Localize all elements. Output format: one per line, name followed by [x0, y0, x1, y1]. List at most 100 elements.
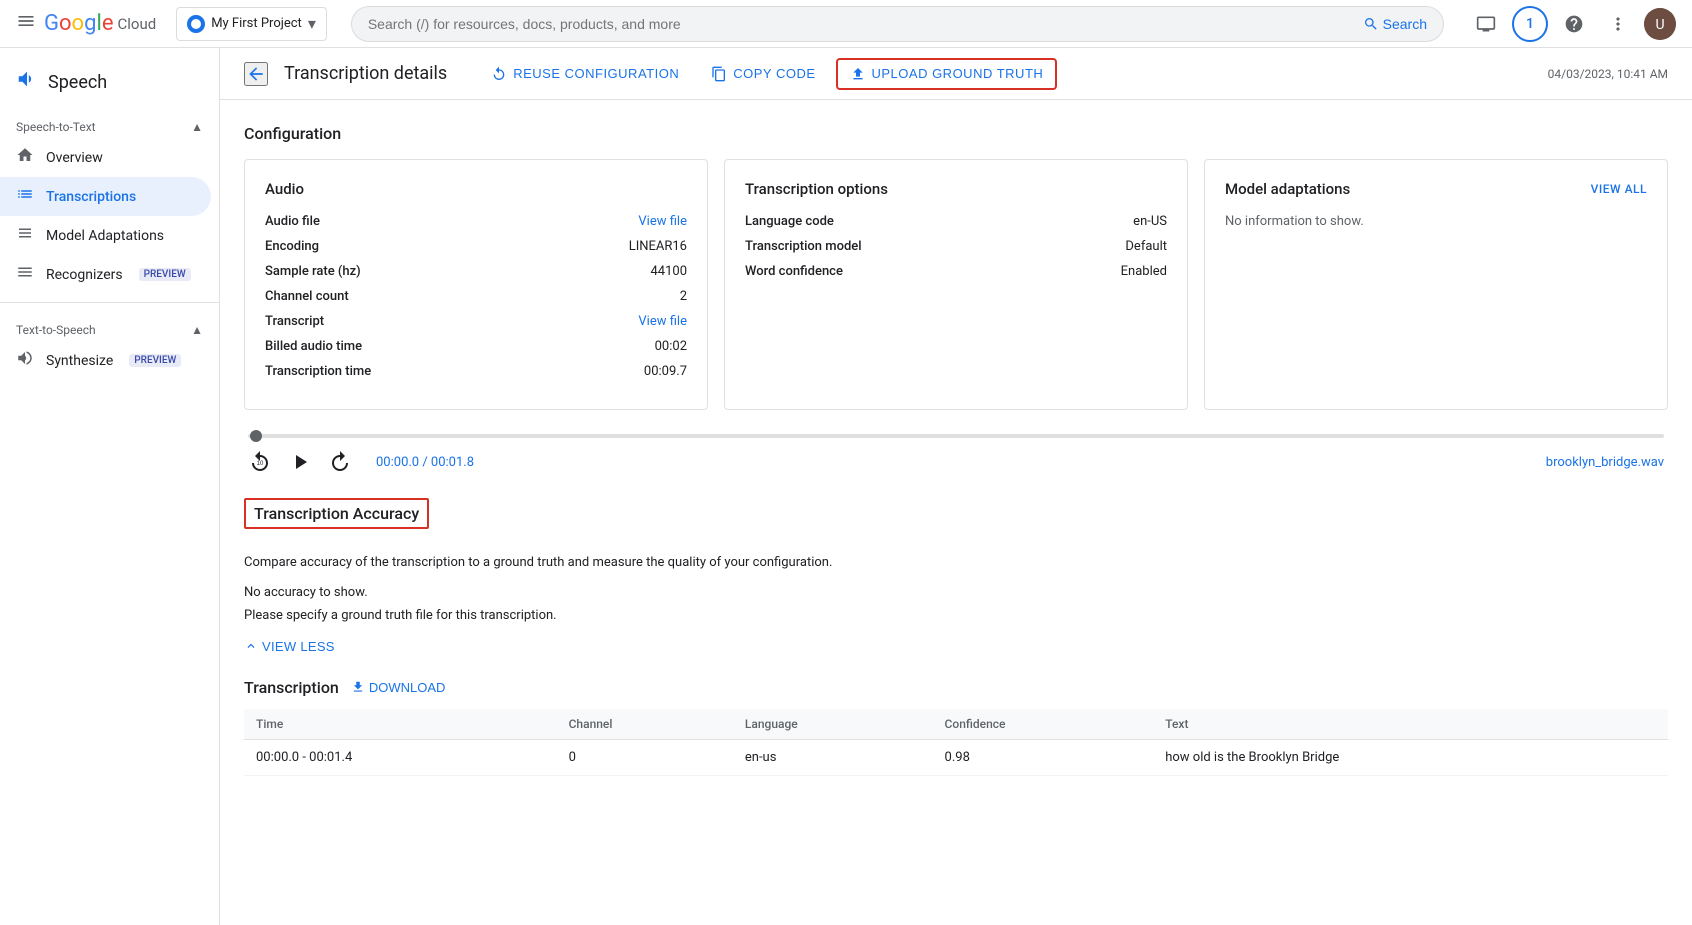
encoding-label: Encoding	[265, 239, 319, 254]
channel-count-label: Channel count	[265, 289, 349, 304]
player-filename[interactable]: brooklyn_bridge.wav	[1546, 455, 1664, 470]
transcription-model-label: Transcription model	[745, 239, 862, 254]
download-button[interactable]: DOWNLOAD	[351, 680, 446, 695]
encoding-row: Encoding LINEAR16	[265, 239, 687, 254]
reuse-configuration-label: REUSE CONFIGURATION	[513, 66, 679, 81]
page-title: Transcription details	[284, 63, 447, 84]
sidebar-item-transcriptions[interactable]: Transcriptions	[0, 177, 211, 216]
audio-file-label: Audio file	[265, 214, 320, 229]
col-language: Language	[733, 709, 933, 740]
sidebar-item-model-adaptations-label: Model Adaptations	[46, 228, 164, 244]
menu-icon[interactable]	[16, 11, 36, 36]
help-icon[interactable]	[1556, 6, 1592, 42]
model-adaptations-icon	[16, 224, 34, 247]
channel-count-row: Channel count 2	[265, 289, 687, 304]
transcription-model-value: Default	[1125, 239, 1167, 254]
display-icon[interactable]	[1468, 6, 1504, 42]
project-icon	[187, 15, 205, 33]
sidebar-divider	[0, 302, 219, 303]
transcription-accuracy-section: Transcription Accuracy Compare accuracy …	[244, 498, 1668, 654]
col-channel: Channel	[557, 709, 733, 740]
sidebar-section-tts: Text-to-Speech ▲	[0, 311, 219, 341]
sample-rate-value: 44100	[650, 264, 687, 279]
col-text: Text	[1153, 709, 1668, 740]
audio-file-row: Audio file View file	[265, 214, 687, 229]
sidebar-section-tts-chevron[interactable]: ▲	[191, 323, 203, 337]
audio-file-link[interactable]: View file	[638, 214, 687, 229]
project-name: My First Project	[211, 16, 302, 31]
sidebar-item-transcriptions-label: Transcriptions	[46, 189, 136, 205]
audio-card: Audio Audio file View file Encoding LINE…	[244, 159, 708, 410]
datetime-display: 04/03/2023, 10:41 AM	[1548, 67, 1668, 81]
language-code-label: Language code	[745, 214, 834, 229]
speech-logo-icon	[16, 68, 38, 96]
copy-code-button[interactable]: COPY CODE	[699, 60, 827, 88]
row-channel: 0	[557, 739, 733, 775]
sidebar-item-overview[interactable]: Overview	[0, 138, 211, 177]
model-adaptations-card: Model adaptations VIEW ALL No informatio…	[1204, 159, 1668, 410]
transcription-accuracy-hint: Please specify a ground truth file for t…	[244, 608, 1668, 623]
transcription-model-row: Transcription model Default	[745, 239, 1167, 254]
sidebar-section-stt-chevron[interactable]: ▲	[191, 120, 203, 134]
play-button[interactable]	[288, 450, 312, 474]
back-button[interactable]	[244, 62, 268, 86]
avatar[interactable]: U	[1644, 8, 1676, 40]
project-selector[interactable]: My First Project ▾	[176, 7, 327, 41]
topbar-actions: 1 U	[1468, 6, 1676, 42]
search-bar[interactable]: Search	[351, 6, 1444, 42]
billed-audio-row: Billed audio time 00:02	[265, 339, 687, 354]
sidebar-section-stt-label: Speech-to-Text	[16, 120, 96, 134]
audio-card-title: Audio	[265, 180, 687, 198]
main-content: Transcription details REUSE CONFIGURATIO…	[220, 48, 1692, 925]
search-input[interactable]	[368, 16, 1363, 32]
encoding-value: LINEAR16	[629, 239, 687, 254]
transcription-section-title: Transcription	[244, 678, 339, 697]
copy-code-label: COPY CODE	[733, 66, 815, 81]
content-area: Configuration Audio Audio file View file…	[220, 100, 1692, 800]
view-all-button[interactable]: VIEW ALL	[1591, 182, 1647, 196]
sample-rate-label: Sample rate (hz)	[265, 264, 361, 279]
player-time: 00:00.0 / 00:01.8	[376, 455, 474, 470]
cards-grid: Audio Audio file View file Encoding LINE…	[244, 159, 1668, 410]
transcript-link[interactable]: View file	[638, 314, 687, 329]
billed-audio-value: 00:02	[655, 339, 687, 354]
sample-rate-row: Sample rate (hz) 44100	[265, 264, 687, 279]
view-less-button[interactable]: VIEW LESS	[244, 639, 335, 654]
progress-thumb[interactable]	[250, 430, 262, 442]
rewind-button[interactable]: 10	[248, 450, 272, 474]
language-code-value: en-US	[1133, 214, 1167, 229]
notification-badge[interactable]: 1	[1512, 6, 1548, 42]
word-confidence-value: Enabled	[1121, 264, 1167, 279]
table-header: Time Channel Language Confidence Text	[244, 709, 1668, 740]
upload-ground-truth-button[interactable]: UPLOAD GROUND TRUTH	[836, 58, 1058, 90]
forward-button[interactable]	[328, 450, 352, 474]
view-less-label: VIEW LESS	[262, 639, 335, 654]
transcription-options-title: Transcription options	[745, 180, 1167, 198]
sidebar: Speech Speech-to-Text ▲ Overview Transcr…	[0, 48, 220, 925]
sub-actions: REUSE CONFIGURATION COPY CODE UPLOAD GRO…	[479, 58, 1057, 90]
table-row: 00:00.0 - 00:01.4 0 en-us 0.98 how old i…	[244, 739, 1668, 775]
configuration-section: Configuration Audio Audio file View file…	[244, 124, 1668, 410]
configuration-title: Configuration	[244, 124, 1668, 143]
sidebar-item-model-adaptations[interactable]: Model Adaptations	[0, 216, 211, 255]
transcription-time-row: Transcription time 00:09.7	[265, 364, 687, 379]
model-adaptations-card-title-text: Model adaptations	[1225, 180, 1350, 198]
recognizers-preview-badge: PREVIEW	[139, 268, 191, 281]
row-language: en-us	[733, 739, 933, 775]
upload-ground-truth-label: UPLOAD GROUND TRUTH	[872, 66, 1044, 81]
sidebar-section-tts-label: Text-to-Speech	[16, 323, 96, 337]
transcription-header: Transcription DOWNLOAD	[244, 678, 1668, 697]
svg-text:10: 10	[257, 461, 264, 467]
transcription-time-label: Transcription time	[265, 364, 371, 379]
model-adaptations-empty: No information to show.	[1225, 214, 1647, 229]
word-confidence-label: Word confidence	[745, 264, 843, 279]
reuse-configuration-button[interactable]: REUSE CONFIGURATION	[479, 60, 691, 88]
progress-bar[interactable]	[248, 434, 1664, 438]
search-button[interactable]: Search	[1363, 16, 1427, 32]
sidebar-item-synthesize[interactable]: Synthesize PREVIEW	[0, 341, 211, 380]
transcriptions-icon	[16, 185, 34, 208]
row-time: 00:00.0 - 00:01.4	[244, 739, 557, 775]
sidebar-item-recognizers[interactable]: Recognizers PREVIEW	[0, 255, 211, 294]
more-icon[interactable]	[1600, 6, 1636, 42]
chevron-down-icon: ▾	[308, 14, 316, 33]
